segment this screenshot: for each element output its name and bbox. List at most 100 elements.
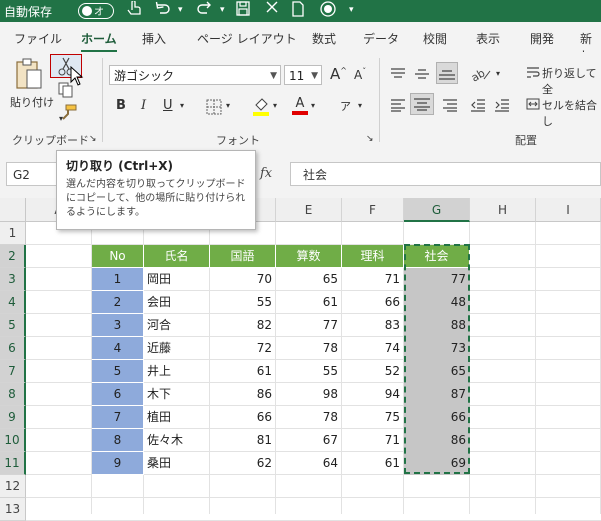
column-header-e[interactable]: E bbox=[276, 198, 342, 222]
tab-file[interactable]: ファイル bbox=[14, 30, 62, 47]
font-size-select[interactable]: 11 ▼ bbox=[284, 65, 322, 85]
cell-name[interactable]: 木下 bbox=[144, 383, 210, 406]
phonetic-button[interactable]: ア bbox=[340, 98, 351, 114]
cell-name[interactable]: 佐々木 bbox=[144, 429, 210, 452]
border-dropdown-icon[interactable]: ▾ bbox=[226, 101, 230, 110]
row-header-11[interactable]: 11 bbox=[0, 452, 26, 475]
cell-social[interactable]: 69 bbox=[404, 452, 470, 475]
align-middle-icon[interactable] bbox=[414, 67, 430, 85]
increase-indent-icon[interactable] bbox=[494, 98, 510, 116]
cell-social[interactable]: 48 bbox=[404, 291, 470, 314]
paste-icon[interactable] bbox=[14, 58, 44, 94]
cell-science[interactable]: 52 bbox=[342, 360, 404, 383]
cell-math[interactable]: 78 bbox=[276, 406, 342, 429]
row-header-8[interactable]: 8 bbox=[0, 383, 26, 406]
tab-insert[interactable]: 挿入 bbox=[142, 30, 166, 47]
cell-no[interactable]: 3 bbox=[92, 314, 144, 337]
row-header-5[interactable]: 5 bbox=[0, 314, 26, 337]
header-cell-no[interactable]: No bbox=[92, 245, 144, 268]
cell-social[interactable]: 73 bbox=[404, 337, 470, 360]
cell-japanese[interactable]: 66 bbox=[210, 406, 276, 429]
row-header-9[interactable]: 9 bbox=[0, 406, 26, 429]
cell-name[interactable]: 岡田 bbox=[144, 268, 210, 291]
orientation-dropdown-icon[interactable]: ▾ bbox=[496, 69, 500, 78]
cell-name[interactable]: 井上 bbox=[144, 360, 210, 383]
cell-social[interactable]: 86 bbox=[404, 429, 470, 452]
insert-function-icon[interactable]: fx bbox=[260, 166, 272, 181]
cell-math[interactable]: 77 bbox=[276, 314, 342, 337]
align-left-icon[interactable] bbox=[390, 98, 406, 116]
tab-formulas[interactable]: 数式 bbox=[312, 30, 336, 47]
cell-no[interactable]: 5 bbox=[92, 360, 144, 383]
cell-no[interactable]: 2 bbox=[92, 291, 144, 314]
cell-japanese[interactable]: 61 bbox=[210, 360, 276, 383]
cell-social[interactable]: 66 bbox=[404, 406, 470, 429]
cell-japanese[interactable]: 55 bbox=[210, 291, 276, 314]
cell-math[interactable]: 98 bbox=[276, 383, 342, 406]
row-header-12[interactable]: 12 bbox=[0, 475, 26, 498]
undo-dropdown-icon[interactable]: ▾ bbox=[178, 5, 183, 15]
cell-no[interactable]: 4 bbox=[92, 337, 144, 360]
cell-social[interactable]: 87 bbox=[404, 383, 470, 406]
fill-color-icon[interactable] bbox=[252, 96, 270, 120]
cell-math[interactable]: 61 bbox=[276, 291, 342, 314]
cell-name[interactable]: 河合 bbox=[144, 314, 210, 337]
cell-science[interactable]: 71 bbox=[342, 268, 404, 291]
header-cell-japanese[interactable]: 国語 bbox=[210, 245, 276, 268]
header-cell-math[interactable]: 算数 bbox=[276, 245, 342, 268]
cell-math[interactable]: 64 bbox=[276, 452, 342, 475]
shrink-font-button[interactable]: Aˇ bbox=[354, 67, 366, 82]
cell-name[interactable]: 植田 bbox=[144, 406, 210, 429]
orientation-icon[interactable]: ab bbox=[469, 65, 492, 87]
cell-science[interactable]: 74 bbox=[342, 337, 404, 360]
tab-data[interactable]: データ bbox=[363, 30, 399, 47]
redo-icon[interactable] bbox=[195, 1, 215, 21]
cell-no[interactable]: 9 bbox=[92, 452, 144, 475]
autosave-toggle[interactable]: オフ bbox=[78, 3, 114, 33]
clipboard-launcher-icon[interactable]: ↘ bbox=[89, 134, 97, 144]
underline-dropdown-icon[interactable]: ▾ bbox=[180, 101, 184, 110]
cell-no[interactable]: 1 bbox=[92, 268, 144, 291]
more-icon[interactable]: ▾ bbox=[349, 5, 354, 15]
wrap-text-label[interactable]: 折り返して全 bbox=[542, 65, 601, 97]
cell-japanese[interactable]: 62 bbox=[210, 452, 276, 475]
cell-social[interactable]: 65 bbox=[404, 360, 470, 383]
align-top-icon[interactable] bbox=[390, 67, 406, 85]
font-launcher-icon[interactable]: ↘ bbox=[366, 134, 374, 144]
phonetic-dropdown-icon[interactable]: ▾ bbox=[358, 101, 362, 110]
font-color-button[interactable]: A bbox=[292, 96, 308, 115]
column-header-h[interactable]: H bbox=[470, 198, 536, 222]
align-center-icon[interactable] bbox=[410, 93, 434, 115]
row-header-4[interactable]: 4 bbox=[0, 291, 26, 314]
cell-math[interactable]: 78 bbox=[276, 337, 342, 360]
bold-button[interactable]: B bbox=[116, 98, 126, 113]
column-header-f[interactable]: F bbox=[342, 198, 404, 222]
grow-font-button[interactable]: A^ bbox=[330, 65, 347, 83]
worksheet-grid[interactable]: ABCDEFGHI 12345678910111213 No氏名国語算数理科社会… bbox=[0, 198, 601, 521]
row-header-1[interactable]: 1 bbox=[0, 222, 26, 245]
cell-math[interactable]: 67 bbox=[276, 429, 342, 452]
cell-japanese[interactable]: 82 bbox=[210, 314, 276, 337]
cell-no[interactable]: 6 bbox=[92, 383, 144, 406]
cell-science[interactable]: 71 bbox=[342, 429, 404, 452]
border-icon[interactable] bbox=[206, 99, 222, 119]
cell-science[interactable]: 61 bbox=[342, 452, 404, 475]
cell-science[interactable]: 94 bbox=[342, 383, 404, 406]
italic-button[interactable]: I bbox=[141, 98, 146, 113]
cell-japanese[interactable]: 70 bbox=[210, 268, 276, 291]
column-header-g[interactable]: G bbox=[404, 198, 470, 222]
tab-view[interactable]: 表示 bbox=[476, 30, 500, 47]
select-all-button[interactable] bbox=[0, 198, 26, 222]
align-right-icon[interactable] bbox=[442, 98, 458, 116]
formula-input[interactable]: 社会 bbox=[290, 162, 601, 186]
new-file-icon[interactable] bbox=[292, 1, 304, 21]
tab-developer[interactable]: 開発 bbox=[530, 30, 554, 47]
font-name-select[interactable]: 游ゴシック ▼ bbox=[109, 65, 281, 85]
cell-social[interactable]: 88 bbox=[404, 314, 470, 337]
cell-no[interactable]: 8 bbox=[92, 429, 144, 452]
touch-mode-icon[interactable] bbox=[127, 0, 141, 21]
cell-name[interactable]: 近藤 bbox=[144, 337, 210, 360]
row-header-10[interactable]: 10 bbox=[0, 429, 26, 452]
redo-dropdown-icon[interactable]: ▾ bbox=[220, 5, 225, 15]
decrease-indent-icon[interactable] bbox=[470, 98, 486, 116]
